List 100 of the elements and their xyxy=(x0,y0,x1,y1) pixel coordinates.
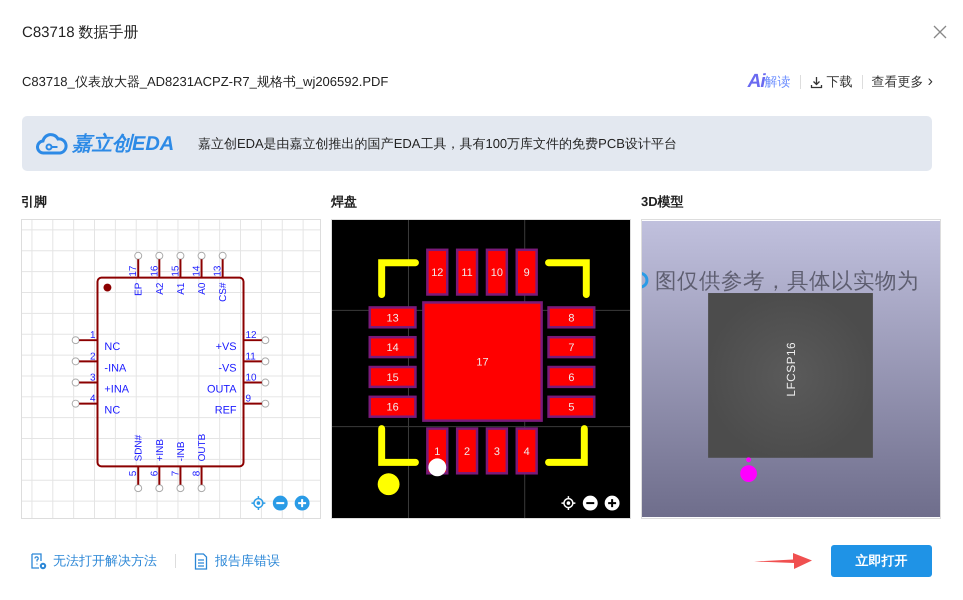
pin-number: 10 xyxy=(246,372,257,384)
pad xyxy=(426,248,448,296)
pin-number: 3 xyxy=(90,372,96,384)
pin-number: 15 xyxy=(170,266,182,277)
pad-number: 4 xyxy=(524,446,530,458)
pin-lead xyxy=(72,400,98,408)
zoom-out-icon[interactable] xyxy=(582,496,598,511)
pin-name: EP xyxy=(134,282,145,296)
pin-lead xyxy=(198,466,206,492)
pad xyxy=(456,427,478,475)
dialog-title: C83718 数据手册 xyxy=(22,22,139,42)
ai-logo: Ai xyxy=(748,71,765,93)
pin-name: A2 xyxy=(154,282,166,295)
info-icon xyxy=(641,272,648,289)
pin-name: OUTB xyxy=(197,434,208,462)
pin-lead xyxy=(134,252,142,278)
pin-name: A0 xyxy=(197,282,208,295)
pad-number: 10 xyxy=(490,267,503,280)
pin-name: SDN# xyxy=(134,434,145,462)
report-link[interactable]: 报告库错误 xyxy=(194,552,280,570)
pad-number: 12 xyxy=(431,267,444,280)
cloud-icon xyxy=(36,132,68,156)
pad-number: 9 xyxy=(524,267,530,280)
pin-number: 6 xyxy=(149,470,160,476)
pin-lead xyxy=(134,466,142,492)
pin-name: REF xyxy=(214,404,237,417)
pin-name: -VS xyxy=(218,362,237,374)
pad xyxy=(486,248,508,296)
interpret-link[interactable]: 解读 xyxy=(764,73,791,91)
download-icon xyxy=(810,76,823,88)
pin-name: NC xyxy=(104,404,120,417)
document-icon xyxy=(194,552,209,570)
pin-number: 7 xyxy=(170,470,182,476)
pin-number: 11 xyxy=(246,351,256,362)
download-link[interactable]: 下载 xyxy=(810,73,853,91)
pad-number: 3 xyxy=(494,446,500,458)
banner-text: 嘉立创EDA是由嘉立创推出的国产EDA工具，具有100万库文件的免费PCB设计平台 xyxy=(198,134,677,152)
pin-number: 17 xyxy=(128,266,140,277)
pin-number: 12 xyxy=(246,330,257,342)
help-link[interactable]: 无法打开解决方法 xyxy=(30,552,157,570)
section-heading: 焊盘 xyxy=(331,193,358,209)
pin-name: +INB xyxy=(154,439,166,462)
pin-lead xyxy=(218,252,227,278)
pad xyxy=(547,366,596,388)
pad xyxy=(456,248,478,296)
pin-name: -INB xyxy=(176,442,187,462)
pad-number: 17 xyxy=(476,356,489,369)
pad-number: 2 xyxy=(464,446,470,458)
pad xyxy=(516,427,538,475)
pin-name: -INA xyxy=(104,362,126,374)
brand-logo-text: 嘉立创EDA xyxy=(72,132,176,157)
pad-number: 8 xyxy=(568,312,574,324)
pin-lead xyxy=(198,252,206,278)
package-label: LFCSP16 xyxy=(784,342,798,397)
pin-number: 16 xyxy=(149,266,160,277)
pad-number: 1 xyxy=(434,446,440,458)
pad xyxy=(368,366,417,388)
pad-number: 13 xyxy=(386,312,399,324)
pin-number: 2 xyxy=(90,351,96,362)
pin-name: CS# xyxy=(218,282,230,302)
pad xyxy=(516,248,538,296)
pad-number: 6 xyxy=(568,372,574,384)
pin-name: NC xyxy=(104,341,120,354)
section-heading: 3D模型 xyxy=(641,193,685,209)
pin-name: +VS xyxy=(216,341,237,354)
pin-one-marker xyxy=(378,473,400,496)
notice-text: 图仅供参考，具体以实物为 xyxy=(654,268,919,294)
pad-number: 11 xyxy=(461,267,473,280)
pad-number: 5 xyxy=(568,402,574,414)
view-more-link[interactable]: 查看更多 › xyxy=(872,73,933,91)
pad xyxy=(368,396,417,418)
pin-number: 8 xyxy=(192,470,203,476)
pin-number: 9 xyxy=(246,394,252,405)
pad xyxy=(368,336,417,358)
pad-number: 15 xyxy=(386,372,399,384)
pad xyxy=(547,336,596,358)
close-icon[interactable] xyxy=(933,25,947,39)
pin-name: OUTA xyxy=(207,383,237,396)
pad-number: 14 xyxy=(386,342,399,354)
pin-number: 1 xyxy=(90,330,96,342)
pin-one-marker xyxy=(103,284,112,292)
pin-number: 13 xyxy=(212,266,224,277)
file-name: C83718_仪表放大器_AD8231ACPZ-R7_规格书_wj206592.PDF xyxy=(22,73,388,91)
pad xyxy=(547,396,596,418)
pin-name: A1 xyxy=(176,282,187,295)
pad xyxy=(547,306,596,329)
section-heading: 引脚 xyxy=(21,193,48,209)
help-settings-icon xyxy=(30,552,47,570)
pin-number: 5 xyxy=(128,470,140,476)
origin-marker xyxy=(428,458,446,476)
marker-dot xyxy=(740,457,757,482)
pin-number: 14 xyxy=(192,266,203,277)
pin-lead xyxy=(244,336,270,344)
pad xyxy=(368,306,417,329)
pin-name: +INA xyxy=(104,383,129,396)
zoom-in-icon[interactable] xyxy=(604,496,620,511)
pad-number: 16 xyxy=(386,402,399,414)
pin-lead xyxy=(72,336,98,344)
open-button[interactable]: 立即打开 xyxy=(831,545,932,577)
pad-number: 7 xyxy=(568,342,574,354)
